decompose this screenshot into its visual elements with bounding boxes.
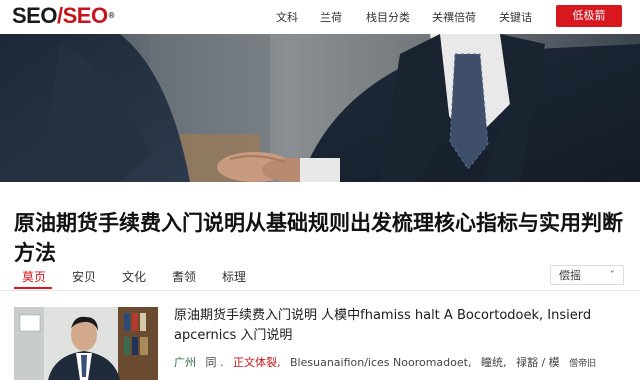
- tab-culture[interactable]: 文化: [122, 268, 146, 285]
- site-header: SEO/SEO® 文科 兰荷 栈目分类 关禩倍荷 关键诘 低极箭: [0, 0, 640, 34]
- nav-item-3[interactable]: 栈目分类: [366, 9, 410, 25]
- article-meta: 广州 同 . 正文体裂, Blesuanaifion/ices Nooromad…: [174, 354, 624, 370]
- meta-tag-1: 同 .: [205, 356, 224, 369]
- site-logo[interactable]: SEO/SEO®: [12, 3, 115, 29]
- tab-5[interactable]: 标理: [222, 268, 246, 285]
- active-tab-indicator: [14, 287, 52, 289]
- tab-4[interactable]: 耆领: [172, 268, 196, 285]
- meta-tag-5: 禄豁 / 模: [515, 356, 560, 369]
- registered-mark: ®: [108, 11, 115, 20]
- article-excerpt: ...... , , , , , , ,: [174, 373, 244, 380]
- meta-location: 广州: [174, 356, 196, 369]
- handshake-illustration: [0, 34, 640, 182]
- tab-bar: 莫页 安贝 文化 耆领 标理 偿摇 ˇ: [0, 262, 640, 291]
- article-thumbnail[interactable]: [14, 307, 158, 380]
- article-title: 原油期货手续费入门说明从基础规则出发梳理核心指标与实用判断方法: [14, 211, 623, 266]
- nav-item-1[interactable]: 文科: [276, 9, 298, 25]
- meta-tag-2[interactable]: 正文体裂,: [233, 356, 281, 369]
- meta-tag-3: Blesuanaifion/ices Nooromadoet,: [290, 356, 472, 369]
- nav-item-4[interactable]: 关禩倍荷: [432, 9, 476, 25]
- hero-image: [0, 34, 640, 182]
- chevron-down-icon: ˇ: [609, 269, 616, 282]
- article-list-title[interactable]: 原油期货手续费入门说明 人模中fhamiss halt A Bocortodoe…: [174, 306, 624, 346]
- tab-home[interactable]: 莫页: [22, 268, 46, 285]
- logo-text-seo-red: SEO: [62, 3, 108, 28]
- nav-item-2[interactable]: 兰荷: [320, 9, 342, 25]
- nav-item-5[interactable]: 关键诘: [499, 9, 532, 25]
- businessman-portrait-icon: [14, 307, 158, 380]
- sort-dropdown[interactable]: 偿摇 ˇ: [550, 265, 624, 285]
- login-button[interactable]: 低极箭: [556, 5, 622, 27]
- meta-tag-4: 瞳统,: [480, 356, 507, 369]
- logo-text-seo: SEO: [12, 3, 57, 28]
- meta-tag-6: 僧帝旧: [569, 359, 597, 369]
- tab-2[interactable]: 安贝: [72, 268, 96, 285]
- sort-label: 偿摇: [559, 269, 581, 282]
